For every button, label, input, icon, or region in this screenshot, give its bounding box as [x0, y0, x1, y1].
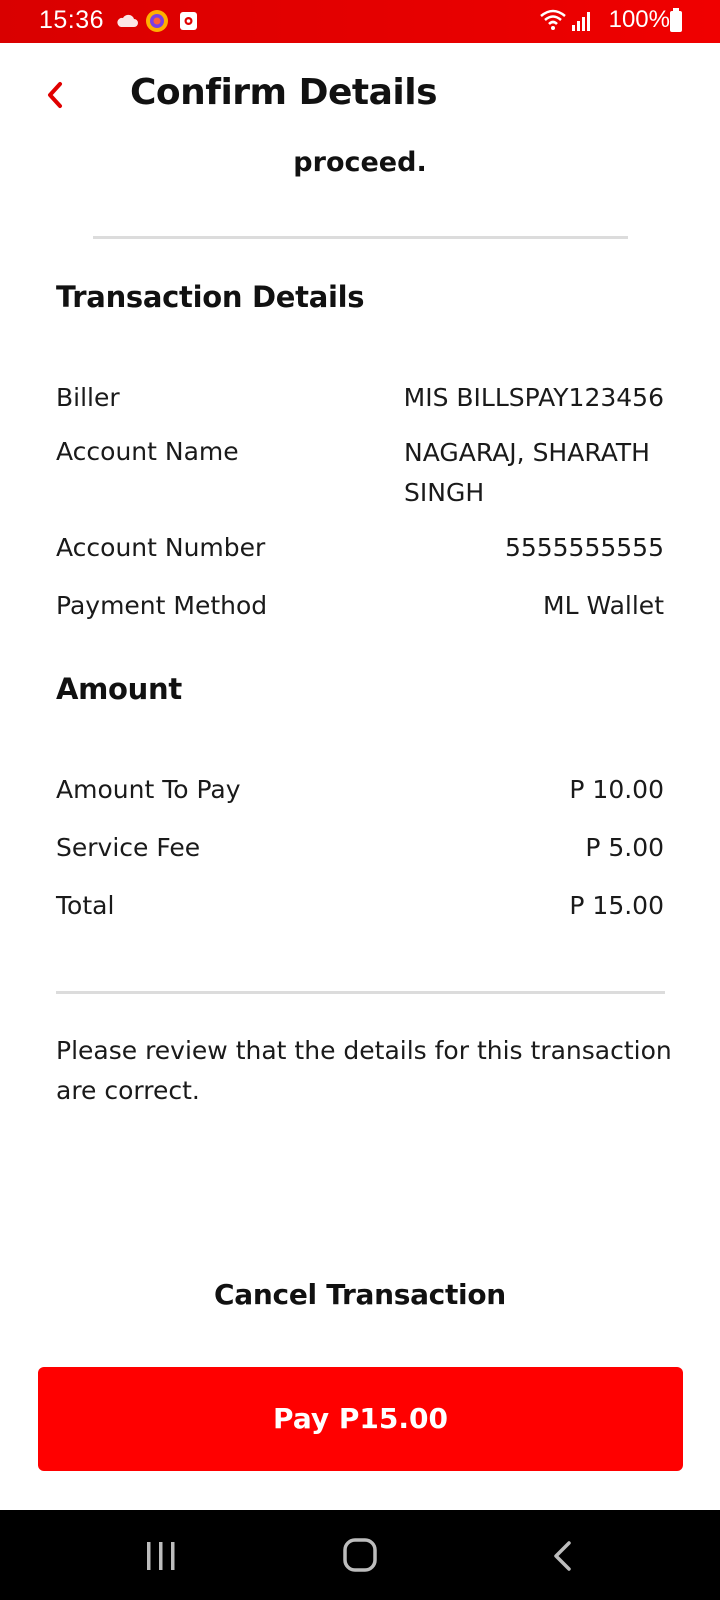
camera-app-icon — [180, 12, 197, 30]
intro-text: proceed. — [293, 147, 427, 178]
cloud-icon — [117, 14, 138, 27]
biller-value: MIS BILLSPAY123456 — [403, 383, 664, 412]
battery-percent: 100% — [608, 6, 670, 33]
recents-icon[interactable] — [145, 1542, 177, 1570]
section-title-transaction: Transaction Details — [56, 280, 365, 314]
home-icon[interactable] — [343, 1538, 377, 1572]
chevron-left-icon[interactable] — [40, 80, 70, 110]
review-note: Please review that the details for this … — [56, 1036, 672, 1105]
total-label: Total — [56, 891, 115, 920]
status-time: 15:36 — [39, 6, 105, 34]
service-fee-label: Service Fee — [56, 833, 201, 862]
divider — [56, 991, 665, 994]
account-name-line2: SINGH — [404, 478, 485, 507]
account-number-label: Account Number — [56, 533, 266, 562]
section-title-amount: Amount — [56, 672, 182, 706]
cancel-transaction-button[interactable]: Cancel Transaction — [0, 1278, 720, 1311]
divider — [93, 236, 628, 239]
status-bar: 15:36 100% — [0, 0, 720, 43]
payment-method-label: Payment Method — [56, 591, 268, 620]
wifi-icon — [540, 9, 566, 30]
system-nav-bar — [0, 1510, 720, 1600]
biller-label: Biller — [56, 383, 120, 412]
page-title: Confirm Details — [130, 72, 438, 113]
battery-icon — [670, 8, 682, 32]
account-number-value: 5555555555 — [504, 533, 664, 562]
account-name-line1: NAGARAJ, SHARATH — [404, 438, 650, 467]
pay-button[interactable]: Pay P15.00 — [38, 1367, 683, 1471]
back-nav-icon[interactable] — [550, 1540, 574, 1572]
account-name-label: Account Name — [56, 437, 239, 466]
browser-icon — [146, 10, 168, 32]
amount-to-pay-value: P 10.00 — [569, 775, 664, 804]
amount-to-pay-label: Amount To Pay — [56, 775, 241, 804]
total-value: P 15.00 — [569, 891, 664, 920]
service-fee-value: P 5.00 — [585, 833, 664, 862]
payment-method-value: ML Wallet — [543, 591, 664, 620]
account-name-value: NAGARAJ, SHARATH SINGH — [404, 433, 674, 513]
signal-icon — [572, 12, 590, 31]
